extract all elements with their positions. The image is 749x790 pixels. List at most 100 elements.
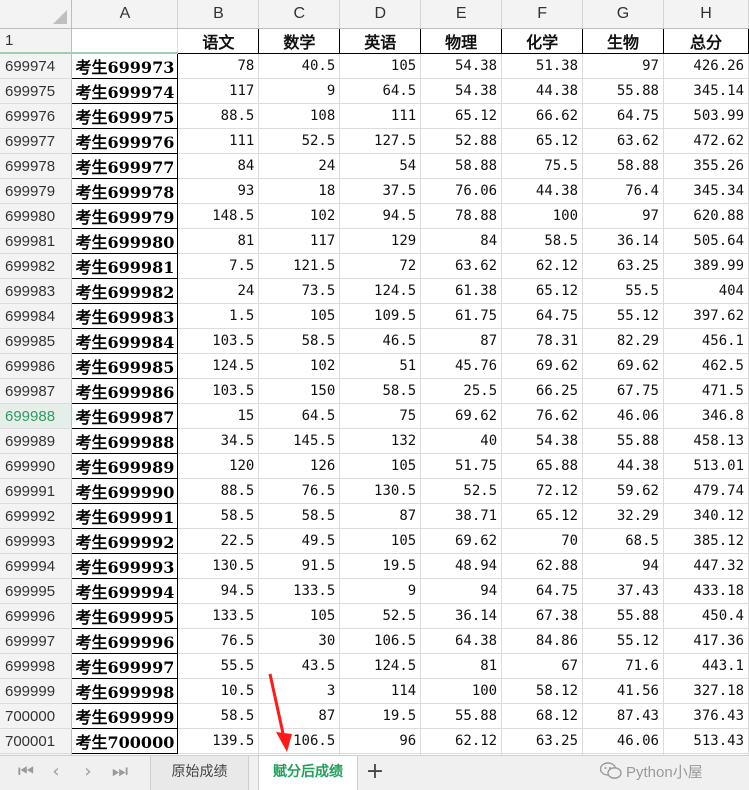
row-header[interactable]: 699982 — [0, 253, 73, 279]
score-cell[interactable]: 97 — [582, 203, 664, 229]
score-cell[interactable]: 114 — [339, 678, 422, 704]
score-cell[interactable]: 63.62 — [582, 128, 664, 154]
student-name-cell[interactable]: 考生699998 — [71, 678, 179, 704]
score-cell[interactable]: 513.43 — [663, 728, 749, 754]
score-cell[interactable]: 94.5 — [339, 203, 422, 229]
score-cell[interactable]: 75.5 — [501, 153, 584, 179]
score-cell[interactable]: 106.5 — [339, 628, 422, 654]
row-header[interactable]: 699990 — [0, 453, 73, 479]
score-cell[interactable]: 24 — [258, 153, 341, 179]
spreadsheet-grid[interactable]: A B C D E F G H 1 语文 数学 英语 物理 化学 生物 总分 6… — [0, 0, 749, 755]
score-cell[interactable]: 105 — [339, 53, 422, 79]
score-cell[interactable]: 78.31 — [501, 328, 584, 354]
column-header-b[interactable]: B — [177, 0, 260, 29]
score-cell[interactable]: 84.86 — [501, 628, 584, 654]
score-cell[interactable]: 345.14 — [663, 78, 749, 104]
row-header[interactable]: 699987 — [0, 378, 73, 404]
score-cell[interactable]: 513.01 — [663, 453, 749, 479]
score-cell[interactable]: 105 — [258, 603, 341, 629]
score-cell[interactable]: 105 — [339, 528, 422, 554]
student-name-cell[interactable]: 考生699983 — [71, 303, 179, 329]
score-cell[interactable]: 51.75 — [420, 453, 503, 479]
score-cell[interactable]: 102 — [258, 353, 341, 379]
score-cell[interactable]: 385.12 — [663, 528, 749, 554]
student-name-cell[interactable]: 考生699992 — [71, 528, 179, 554]
score-cell[interactable]: 58.5 — [177, 503, 260, 529]
score-cell[interactable]: 124.5 — [339, 278, 422, 304]
score-cell[interactable]: 103.5 — [177, 378, 260, 404]
student-name-cell[interactable]: 考生699994 — [71, 578, 179, 604]
score-cell[interactable]: 129 — [339, 228, 422, 254]
score-cell[interactable]: 10.5 — [177, 678, 260, 704]
student-name-cell[interactable]: 考生699993 — [71, 553, 179, 579]
score-cell[interactable]: 355.26 — [663, 153, 749, 179]
score-cell[interactable]: 64.5 — [339, 78, 422, 104]
select-all-corner[interactable] — [0, 0, 73, 29]
score-cell[interactable]: 327.18 — [663, 678, 749, 704]
score-cell[interactable]: 61.75 — [420, 303, 503, 329]
score-cell[interactable]: 44.38 — [582, 453, 664, 479]
student-name-cell[interactable]: 考生699997 — [71, 653, 179, 679]
score-cell[interactable]: 55.88 — [582, 428, 664, 454]
score-cell[interactable]: 36.14 — [582, 228, 664, 254]
score-cell[interactable]: 404 — [663, 278, 749, 304]
subject-header-cell[interactable]: 化学 — [501, 27, 584, 54]
score-cell[interactable]: 133.5 — [177, 603, 260, 629]
row-header[interactable]: 699979 — [0, 178, 73, 204]
score-cell[interactable]: 433.18 — [663, 578, 749, 604]
score-cell[interactable]: 58.5 — [339, 378, 422, 404]
score-cell[interactable]: 105 — [339, 453, 422, 479]
student-name-cell[interactable]: 考生700000 — [71, 728, 179, 754]
score-cell[interactable]: 72 — [339, 253, 422, 279]
score-cell[interactable]: 88.5 — [177, 478, 260, 504]
score-cell[interactable]: 456.1 — [663, 328, 749, 354]
score-cell[interactable]: 64.75 — [582, 103, 664, 129]
row-header[interactable]: 699984 — [0, 303, 73, 329]
score-cell[interactable]: 55.5 — [582, 278, 664, 304]
score-cell[interactable]: 44.38 — [501, 178, 584, 204]
score-cell[interactable]: 67.38 — [501, 603, 584, 629]
score-cell[interactable]: 51.38 — [501, 53, 584, 79]
score-cell[interactable]: 58.5 — [501, 228, 584, 254]
score-cell[interactable]: 66.62 — [501, 103, 584, 129]
student-name-cell[interactable]: 考生699976 — [71, 128, 179, 154]
score-cell[interactable]: 82.29 — [582, 328, 664, 354]
score-cell[interactable]: 87 — [339, 503, 422, 529]
score-cell[interactable]: 46.06 — [582, 403, 664, 429]
score-cell[interactable]: 503.99 — [663, 103, 749, 129]
row-header[interactable]: 700000 — [0, 703, 73, 729]
column-header-d[interactable]: D — [339, 0, 422, 29]
score-cell[interactable]: 126 — [258, 453, 341, 479]
score-cell[interactable]: 44.38 — [501, 78, 584, 104]
last-sheet-icon[interactable]: ⏭ — [108, 760, 132, 784]
student-name-cell[interactable]: 考生699987 — [71, 403, 179, 429]
score-cell[interactable]: 32.29 — [582, 503, 664, 529]
student-name-cell[interactable]: 考生699981 — [71, 253, 179, 279]
subject-header-cell[interactable]: 物理 — [420, 27, 503, 54]
prev-sheet-icon[interactable]: ‹ — [44, 760, 68, 784]
score-cell[interactable]: 417.36 — [663, 628, 749, 654]
student-name-cell[interactable]: 考生699986 — [71, 378, 179, 404]
score-cell[interactable]: 124.5 — [177, 353, 260, 379]
score-cell[interactable]: 121.5 — [258, 253, 341, 279]
score-cell[interactable]: 111 — [177, 128, 260, 154]
score-cell[interactable]: 55.12 — [582, 303, 664, 329]
student-name-cell[interactable]: 考生699984 — [71, 328, 179, 354]
score-cell[interactable]: 46.5 — [339, 328, 422, 354]
score-cell[interactable]: 58.88 — [420, 153, 503, 179]
score-cell[interactable]: 69.62 — [420, 528, 503, 554]
row-header[interactable]: 699976 — [0, 103, 73, 129]
score-cell[interactable]: 66.25 — [501, 378, 584, 404]
row-header[interactable]: 699983 — [0, 278, 73, 304]
score-cell[interactable]: 65.12 — [501, 503, 584, 529]
score-cell[interactable]: 117 — [258, 228, 341, 254]
score-cell[interactable]: 100 — [420, 678, 503, 704]
score-cell[interactable]: 76.62 — [501, 403, 584, 429]
score-cell[interactable]: 19.5 — [339, 703, 422, 729]
student-name-cell[interactable]: 考生699977 — [71, 153, 179, 179]
score-cell[interactable]: 58.5 — [258, 503, 341, 529]
score-cell[interactable]: 37.43 — [582, 578, 664, 604]
score-cell[interactable]: 48.94 — [420, 553, 503, 579]
row-header[interactable]: 699997 — [0, 628, 73, 654]
score-cell[interactable]: 45.76 — [420, 353, 503, 379]
